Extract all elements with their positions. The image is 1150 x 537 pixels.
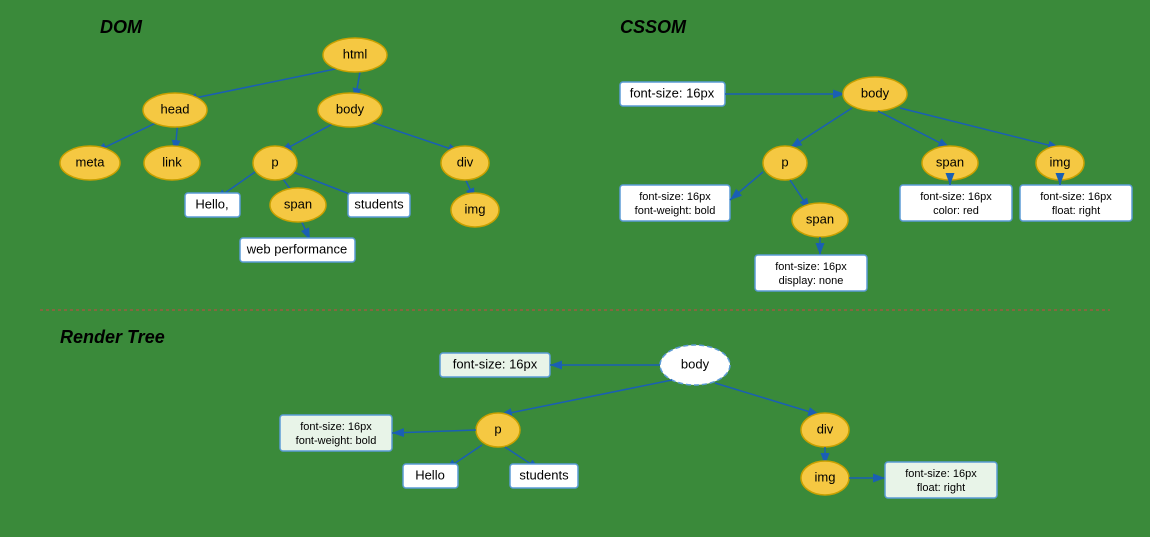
render-div-label: div — [817, 421, 834, 436]
dom-p-label: p — [271, 154, 278, 169]
dom-img-label: img — [465, 201, 486, 216]
render-p-style-label2: font-weight: bold — [296, 435, 377, 447]
cssom-p-label: p — [781, 154, 788, 169]
dom-students-label: students — [354, 196, 404, 211]
render-body-style-label: font-size: 16px — [453, 356, 538, 371]
dom-meta-label: meta — [76, 154, 106, 169]
dom-link-label: link — [162, 154, 182, 169]
cssom-span2-style-label2: display: none — [779, 275, 844, 287]
cssom-p-style-label2: font-weight: bold — [635, 205, 716, 217]
cssom-p-style-label1: font-size: 16px — [639, 191, 711, 203]
dom-head-label: head — [161, 101, 190, 116]
dom-webperf-label: web performance — [246, 241, 347, 256]
dom-div-label: div — [457, 154, 474, 169]
cssom-span-label: span — [936, 154, 964, 169]
dom-hello-label: Hello, — [195, 196, 228, 211]
cssom-body-label: body — [861, 85, 890, 100]
render-students-label: students — [519, 467, 569, 482]
cssom-span1-style-label1: font-size: 16px — [920, 191, 992, 203]
render-img-style-label2: float: right — [917, 482, 965, 494]
dom-body-label: body — [336, 101, 365, 116]
cssom-img-style-label1: font-size: 16px — [1040, 191, 1112, 203]
cssom-span2-style-label1: font-size: 16px — [775, 261, 847, 273]
cssom-span2-label: span — [806, 211, 834, 226]
cssom-title: CSSOM — [620, 17, 687, 37]
render-hello-label: Hello — [415, 467, 445, 482]
render-img-style-label1: font-size: 16px — [905, 468, 977, 480]
cssom-span1-style-label2: color: red — [933, 205, 979, 217]
dom-title: DOM — [100, 17, 143, 37]
render-body-label: body — [681, 356, 710, 371]
dom-html-label: html — [343, 46, 368, 61]
cssom-img-style-label2: float: right — [1052, 205, 1100, 217]
render-p-style-label1: font-size: 16px — [300, 421, 372, 433]
render-title: Render Tree — [60, 327, 165, 347]
cssom-img-label: img — [1050, 154, 1071, 169]
render-img-label: img — [815, 469, 836, 484]
render-p-label: p — [494, 421, 501, 436]
cssom-fontsize-body-label: font-size: 16px — [630, 85, 715, 100]
dom-span-label: span — [284, 196, 312, 211]
